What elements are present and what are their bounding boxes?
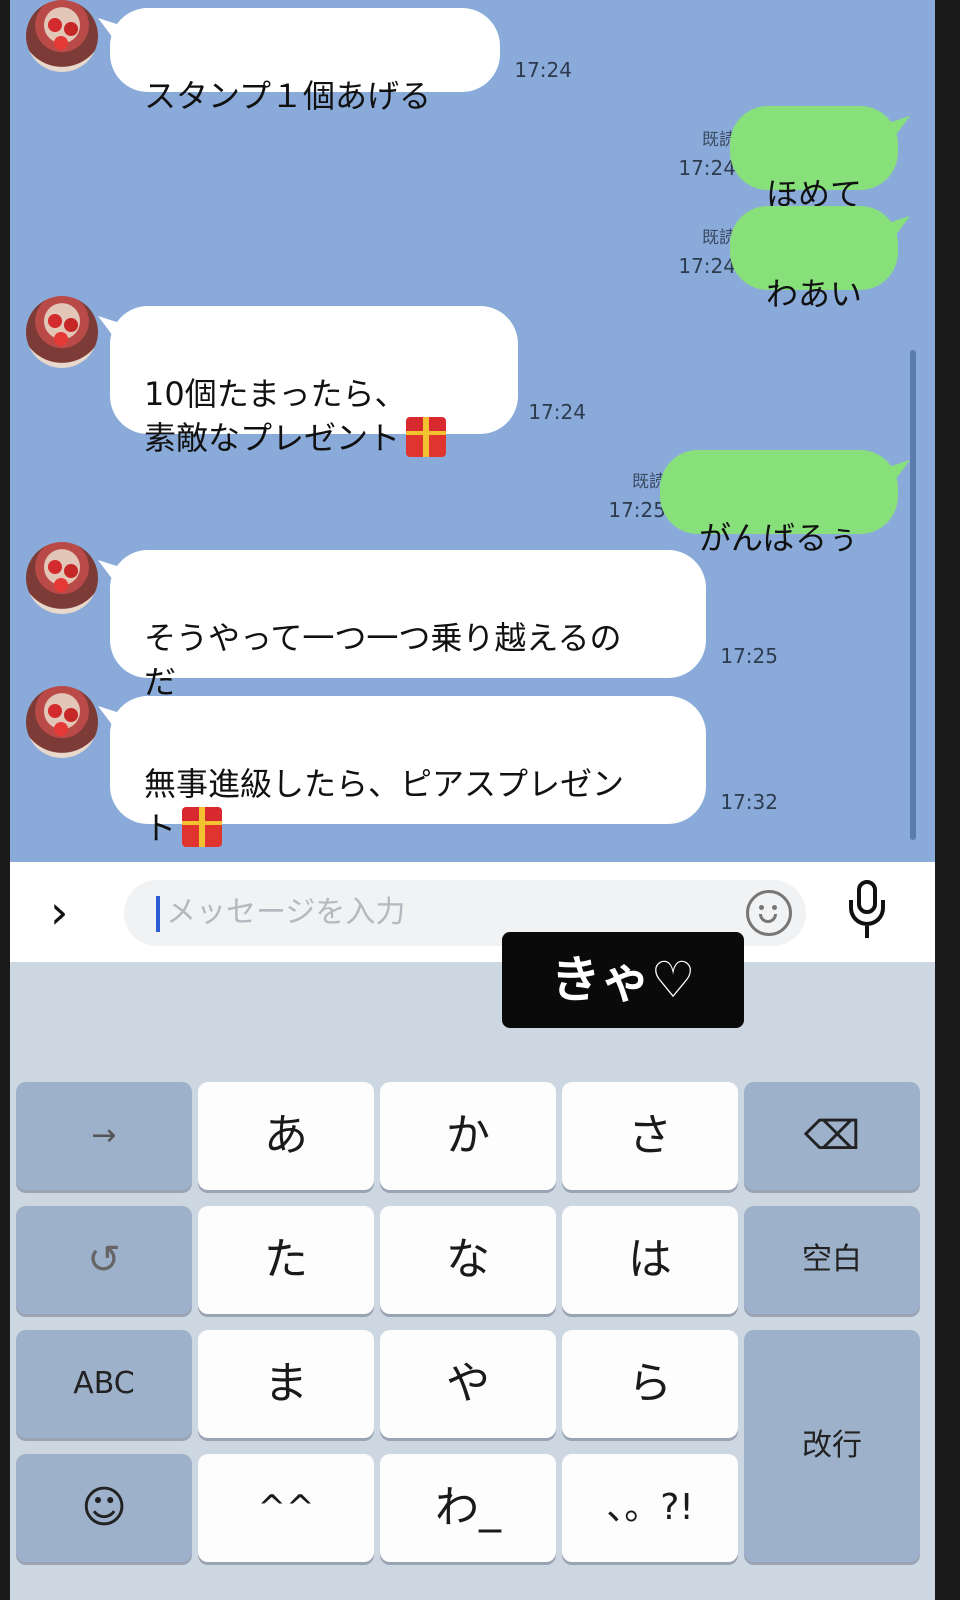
message-bubble-incoming[interactable]: 無事進級したら、ピアスプレゼン ト [110, 696, 706, 847]
chat-area[interactable]: スタンプ１個あげる 17:24 既読 17:24 ほめて 既読 17:24 わあ… [10, 0, 935, 862]
message-text: がんばるぅ [698, 519, 859, 557]
message-bubble-outgoing[interactable]: ほめて [730, 106, 898, 213]
key-punctuation[interactable]: 、。?! [562, 1454, 738, 1562]
key-arrow-right[interactable]: → [16, 1082, 192, 1190]
gift-icon [182, 807, 223, 847]
read-receipt: 既読 [702, 228, 736, 248]
message-time: 17:25 [608, 498, 666, 522]
key-sa[interactable]: さ [562, 1082, 738, 1190]
key-ra[interactable]: ら [562, 1330, 738, 1438]
key-a[interactable]: あ [198, 1082, 374, 1190]
avatar[interactable] [26, 296, 98, 368]
story-sticker-text: きゃ♡ [502, 932, 744, 1028]
read-receipt: 既読 [702, 130, 736, 150]
chevron-right-icon[interactable]: › [50, 882, 68, 942]
gift-icon [406, 417, 447, 457]
key-ya[interactable]: や [380, 1330, 556, 1438]
text-caret [156, 896, 160, 932]
message-bubble-incoming[interactable]: スタンプ１個あげる [110, 8, 500, 115]
message-bubble-incoming[interactable]: そうやって一つ一つ乗り越えるの だ [110, 550, 706, 701]
message-time: 17:32 [720, 790, 778, 814]
key-ma[interactable]: ま [198, 1330, 374, 1438]
microphone-icon[interactable] [842, 880, 892, 946]
key-emoticon[interactable]: ^^ [198, 1454, 374, 1562]
space-key[interactable]: 空白 [744, 1206, 920, 1314]
key-na[interactable]: な [380, 1206, 556, 1314]
message-input-bar: › メッセージを入力 [10, 862, 935, 962]
line-chat-screen: スタンプ１個あげる 17:24 既読 17:24 ほめて 既読 17:24 わあ… [10, 0, 935, 1600]
message-bubble-outgoing[interactable]: がんばるぅ [660, 450, 898, 557]
key-abc[interactable]: ABC [16, 1330, 192, 1438]
key-ha[interactable]: は [562, 1206, 738, 1314]
avatar[interactable] [26, 542, 98, 614]
emoji-keyboard-icon[interactable]: ☺ [16, 1454, 192, 1562]
message-text: スタンプ１個あげる [144, 77, 432, 115]
message-bubble-incoming[interactable]: 10個たまったら、 素敵なプレゼント [110, 306, 518, 457]
message-bubble-outgoing[interactable]: わあい [730, 206, 898, 313]
key-ta[interactable]: た [198, 1206, 374, 1314]
message-time: 17:24 [514, 58, 572, 82]
emoji-icon[interactable] [746, 890, 792, 936]
avatar[interactable] [26, 0, 98, 72]
key-wa[interactable]: わ_ [380, 1454, 556, 1562]
message-text: 10個たまったら、 素敵なプレゼント [144, 375, 407, 457]
message-time: 17:24 [528, 400, 586, 424]
message-text: そうやって一つ一つ乗り越えるの だ [144, 619, 622, 701]
message-time: 17:24 [678, 254, 736, 278]
avatar[interactable] [26, 686, 98, 758]
message-text: わあい [765, 275, 862, 313]
message-time: 17:25 [720, 644, 778, 668]
key-ka[interactable]: か [380, 1082, 556, 1190]
message-time: 17:24 [678, 156, 736, 180]
backspace-icon[interactable]: ⌫ [744, 1082, 920, 1190]
return-key[interactable]: 改行 [744, 1330, 920, 1562]
read-receipt: 既読 [632, 472, 666, 492]
scrollbar[interactable] [910, 350, 916, 840]
input-placeholder: メッセージを入力 [166, 895, 406, 930]
undo-icon[interactable]: ↺ [16, 1206, 192, 1314]
